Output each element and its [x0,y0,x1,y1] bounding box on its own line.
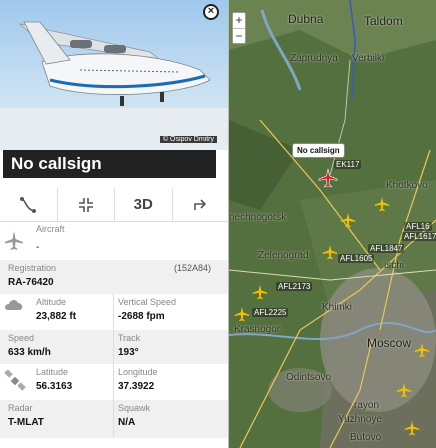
aircraft-info-panel: © Osipov Dmitry × No callsign 3D Aircraf… [0,0,229,448]
aircraft-label: Aircraft [36,224,65,234]
map-label-zaprudnya: Zaprudnya [290,53,338,64]
altitude-value: 23,882 ft [36,311,77,322]
callsign-header: No callsign [3,150,216,178]
squawk-value: N/A [118,417,136,428]
radar-value: T-MLAT [8,417,44,428]
flight-tag[interactable]: AFL2225 [252,308,289,317]
latitude-label: Latitude [36,367,69,377]
route-button[interactable] [0,188,58,221]
speed-label: Speed [8,333,35,343]
plane-icon[interactable] [340,212,356,228]
plane-icon[interactable] [404,420,420,436]
map-label-yuzhnoye: Yuzhnoye [338,414,382,425]
vertical-speed-value: -2688 fpm [118,311,165,322]
zoom-out-button[interactable]: − [233,28,245,43]
aircraft-photo-image [0,21,228,150]
map-label-odintsovo: Odintsovo [286,372,332,383]
map-label-khimki: Khimki [322,302,353,313]
aircraft-row: Aircraft - [0,222,228,260]
selected-plane-icon[interactable] [318,168,338,188]
map-label-moscow: Moscow [367,336,412,350]
selected-aircraft-callout: No callsign [292,143,345,158]
longitude-label: Longitude [118,367,158,377]
aircraft-photo: © Osipov Dmitry [0,0,228,150]
map-label-mytishchi: ischi [384,260,405,271]
flight-tag[interactable]: AFL1847 [368,244,405,253]
flight-tag[interactable]: AFL1605 [338,254,375,263]
aircraft-value: - [36,242,40,253]
column-divider [113,294,114,438]
plane-icon[interactable] [234,306,250,322]
track-value: 193° [118,347,139,358]
map-label-nechnogorsk: nechnogorsk [229,212,287,223]
latitude-value: 56.3163 [36,381,73,392]
vertical-speed-label: Vertical Speed [118,297,177,307]
plane-icon[interactable] [322,244,338,260]
map-label-taldom: Taldom [364,14,403,28]
collapse-button[interactable] [58,188,115,221]
aircraft-icon [5,231,23,250]
map-label-zelenograd: Zelenograd [258,250,309,261]
close-button[interactable]: × [203,4,219,20]
collapse-icon [78,197,93,212]
route-icon [20,196,37,213]
zoom-control: + − [232,12,246,44]
flight-tag[interactable]: EK117 [334,160,362,169]
altitude-label: Altitude [36,297,67,307]
flight-tag[interactable]: AFL16 [404,222,432,231]
map-label-verbilki: Verbilki [352,53,385,64]
photo-credit: © Osipov Dmitry [159,136,217,143]
flight-tag[interactable]: AFL1617 [402,232,436,241]
satellite-icon [4,370,26,391]
map-label-khotkovo: Khotkovo [386,180,428,191]
speed-value: 633 km/h [8,347,51,358]
share-icon [193,198,206,210]
plane-icon[interactable] [414,342,430,358]
longitude-value: 37.3922 [118,381,155,392]
speed-row: Speed 633 km/h Track 193° [0,330,228,364]
registration-hex: (152A84) [174,263,212,273]
map-label-dubna: Dubna [288,12,324,26]
registration-row: Registration (152A84) RA-76420 [0,260,228,294]
registration-label: Registration [8,263,57,273]
share-button[interactable] [173,188,229,221]
radar-label: Radar [8,403,33,413]
radar-row: Radar T-MLAT Squawk N/A [0,400,228,438]
view-3d-button[interactable]: 3D [115,188,173,221]
position-row: Latitude 56.3163 Longitude 37.3922 [0,364,228,400]
plane-icon[interactable] [374,196,390,212]
zoom-in-button[interactable]: + [233,13,245,28]
panel-toolbar: 3D [0,188,229,222]
map-label-rayon: rayon [354,400,380,411]
map-label-krasnogorsk: Krasnogor [234,324,281,335]
registration-value: RA-76420 [8,277,54,288]
map-label-butovo: Butovo [350,432,382,443]
plane-icon[interactable] [252,284,268,300]
cloud-icon [5,300,23,310]
track-label: Track [118,333,141,343]
flight-tag[interactable]: AFL2173 [276,282,313,291]
plane-icon[interactable] [396,382,412,398]
altitude-row: Altitude 23,882 ft Vertical Speed -2688 … [0,294,228,330]
squawk-label: Squawk [118,403,151,413]
